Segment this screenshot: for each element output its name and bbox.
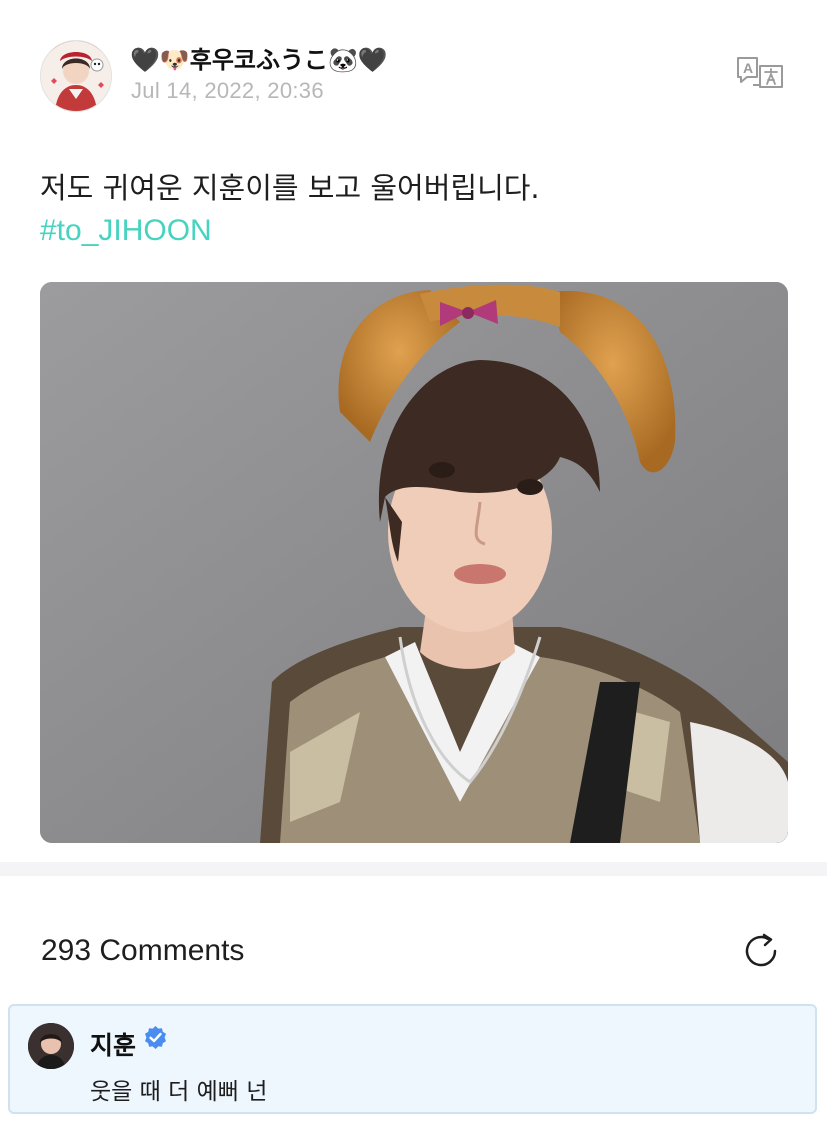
comments-count: 293 Comments: [41, 934, 245, 967]
section-divider: [0, 862, 827, 876]
avatar-image: [41, 41, 111, 111]
commenter-name[interactable]: 지훈: [90, 1026, 136, 1062]
verified-badge: [143, 1025, 168, 1050]
comment-item[interactable]: 지훈 웃을 때 더 예뻐 넌: [8, 1004, 817, 1114]
refresh-button[interactable]: [740, 930, 782, 972]
commenter-avatar-image: [28, 1023, 74, 1069]
hashtag-link[interactable]: #to_JIHOON: [40, 214, 212, 248]
translate-icon: A: [737, 57, 783, 88]
verified-badge-icon: [145, 1026, 166, 1049]
post-text: 저도 귀여운 지훈이를 보고 울어버립니다.: [40, 171, 540, 205]
refresh-icon: [745, 933, 777, 967]
post-photo[interactable]: [40, 282, 788, 843]
post-date: Jul 14, 2022, 20:36: [131, 78, 324, 103]
svg-text:A: A: [743, 60, 753, 76]
author-name[interactable]: 🖤🐶후우코ふうこ🐼🖤: [130, 40, 388, 75]
post-card: 🖤🐶후우코ふうこ🐼🖤 Jul 14, 2022, 20:36 A 저도 귀여운 …: [0, 0, 827, 862]
author-avatar[interactable]: [40, 40, 112, 112]
photo-image: [40, 282, 788, 843]
comment-text: 웃을 때 더 예뻐 넌: [90, 1079, 268, 1105]
commenter-avatar[interactable]: [28, 1023, 74, 1069]
translate-button[interactable]: A: [735, 55, 785, 91]
